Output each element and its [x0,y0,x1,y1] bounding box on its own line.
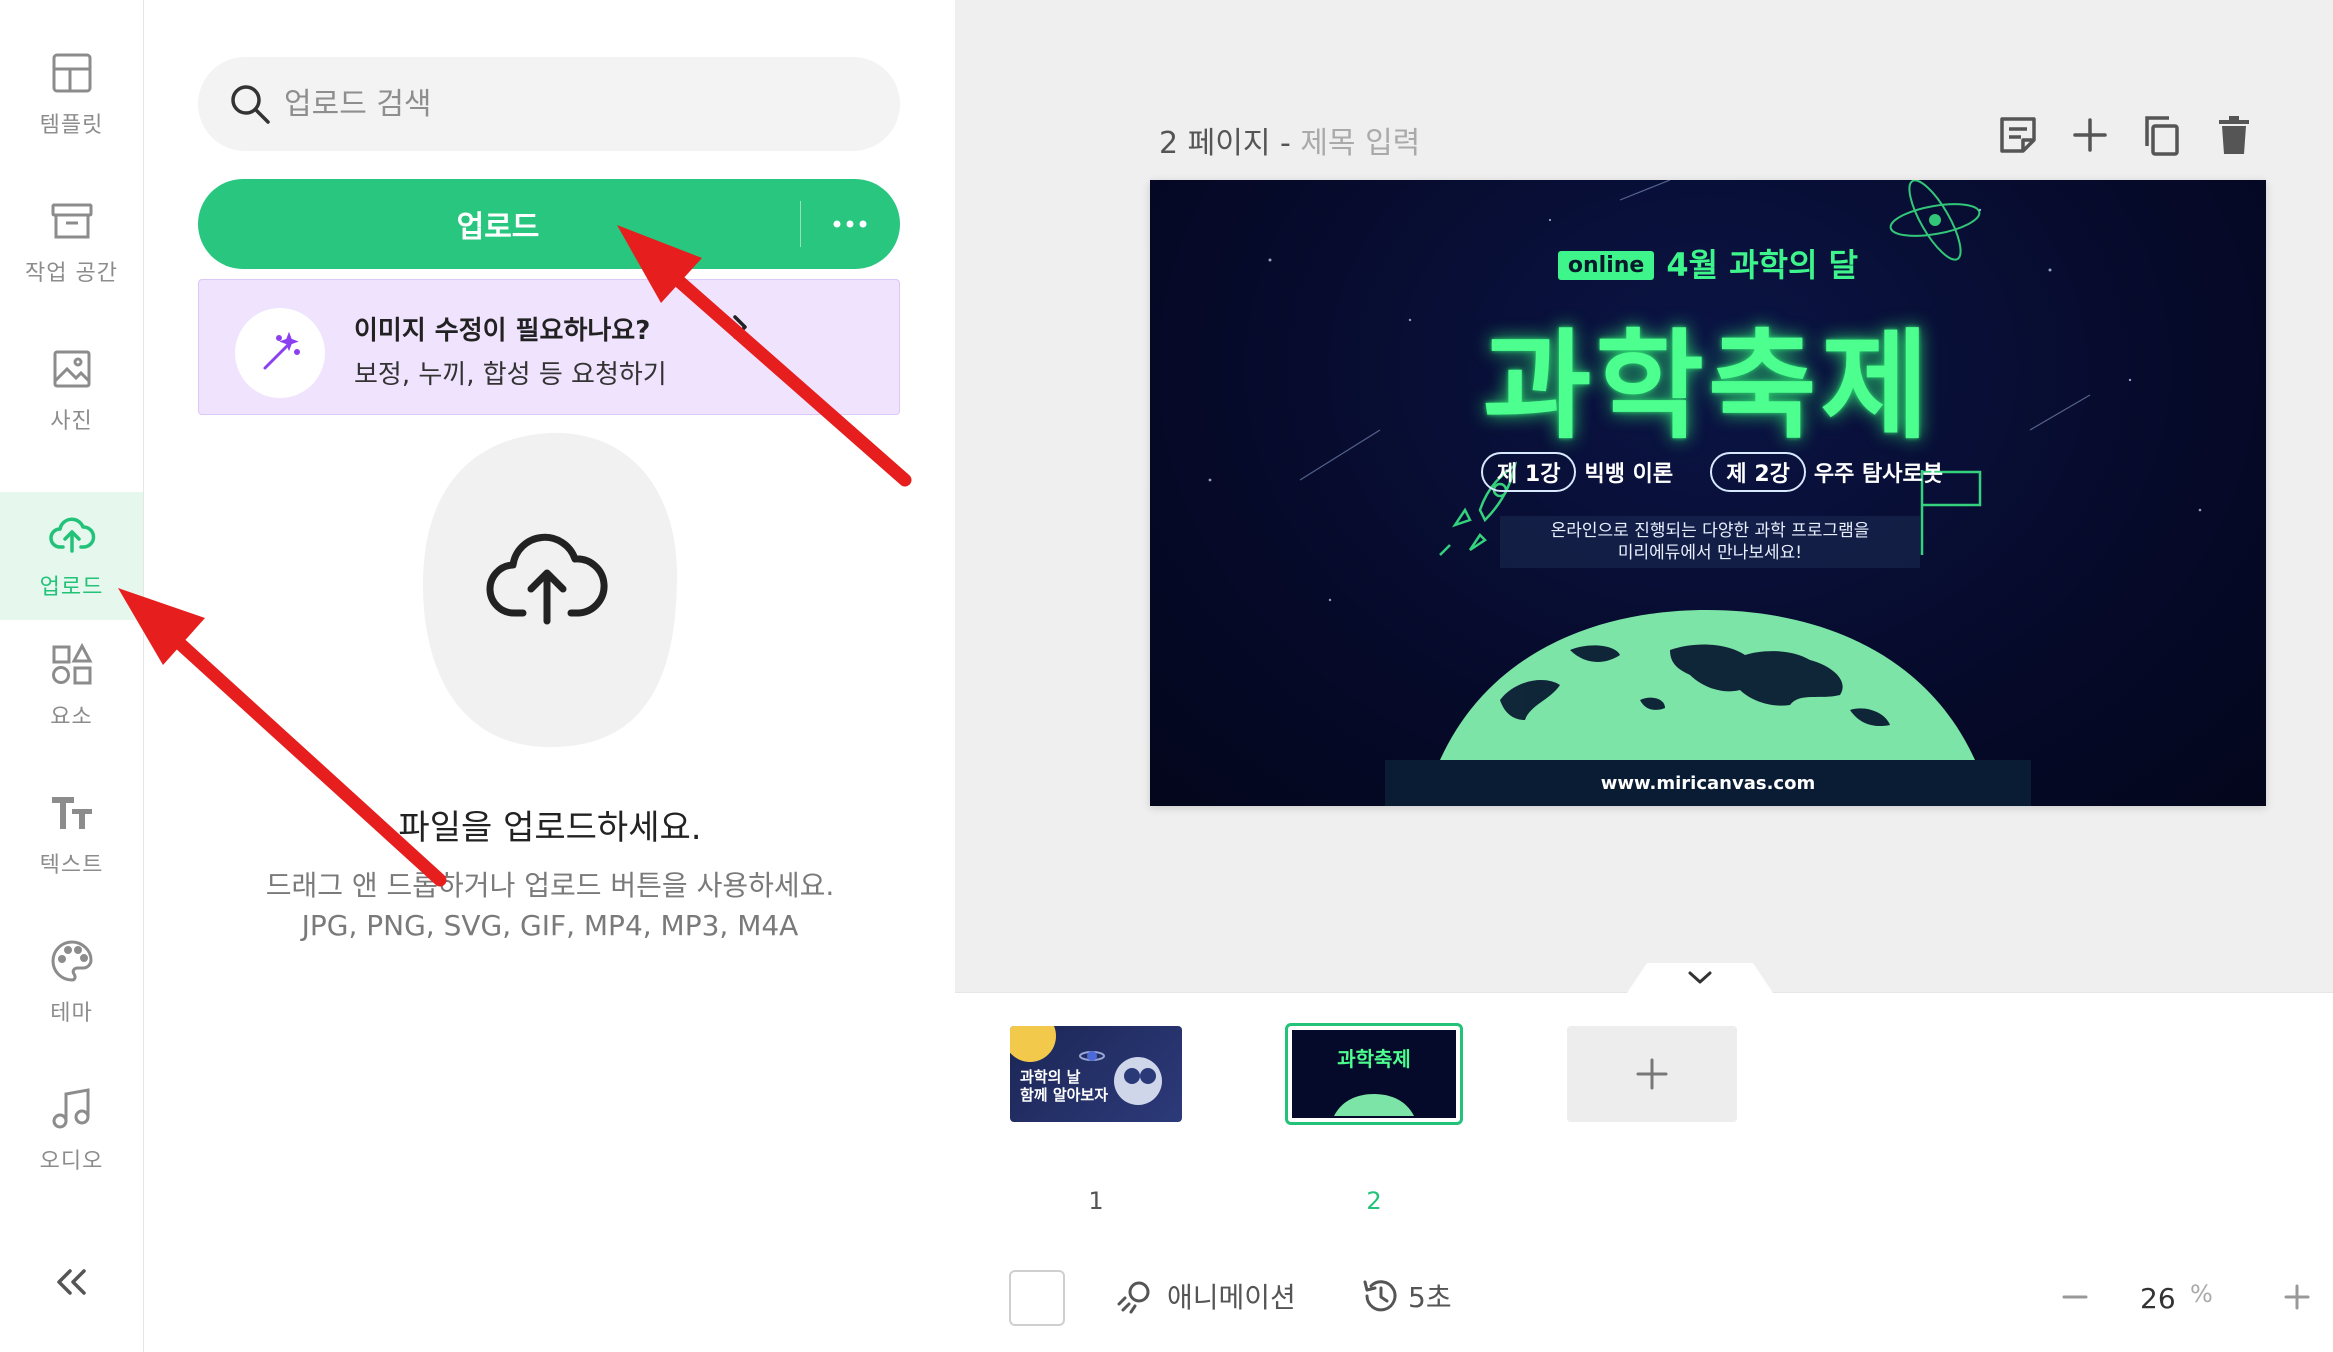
double-chevron-left-icon [57,1269,86,1295]
page-title-placeholder[interactable]: 제목 입력 [1300,126,1420,161]
template-icon [52,53,91,93]
workspace-icon [51,203,92,239]
bottom-toolbar: 애니메이션 5초 26 % [955,1270,2333,1330]
left-sidebar: 템플릿 작업 공간 사진 업로드 요소 텍스트 테마 오디오 [0,0,144,1352]
zoom-out-icon[interactable] [2058,1280,2092,1314]
slide-subtitle: 4월 과학의 달 [1666,246,1859,284]
chevron-right-icon [733,315,747,339]
sidebar-item-label: 작업 공간 [25,261,118,286]
history-clock-icon [1363,1280,1397,1312]
duration-button[interactable]: 5초 [1360,1276,1452,1316]
thumbnail-1-art: 과학의 날 함께 알아보자 [1010,1026,1162,1105]
page-number-1: 1 [1088,1187,1104,1215]
trash-icon[interactable] [2211,112,2257,158]
sidebar-item-label: 요소 [50,705,93,730]
sidebar-item-label: 사진 [50,409,93,434]
zoom-unit: % [2190,1280,2213,1308]
palette-icon [51,940,93,982]
empty-state-description: 드래그 앤 드롭하거나 업로드 버튼을 사용하세요. JPG, PNG, SVG… [145,866,955,946]
sidebar-item-label: 오디오 [39,1149,104,1174]
upload-more-button[interactable] [800,179,900,269]
animation-button[interactable]: 애니메이션 [1115,1276,1296,1316]
page-number-label: 2 페이지 - [1159,126,1301,161]
sidebar-item-audio[interactable]: 오디오 [0,1066,143,1194]
image-edit-request-banner[interactable]: 이미지 수정이 필요하나요? 보정, 누끼, 합성 등 요청하기 [198,279,900,415]
slide-url: www.miricanvas.com [1385,760,2031,806]
empty-state-line2: JPG, PNG, SVG, GIF, MP4, MP3, M4A [301,909,799,942]
collapse-filmstrip-button[interactable] [1627,963,1773,993]
sidebar-item-photos[interactable]: 사진 [0,326,143,454]
slide-description: 온라인으로 진행되는 다양한 과학 프로그램을 미리에듀에서 만나보세요! [1500,516,1920,568]
elements-icon [51,642,92,685]
text-icon [51,797,92,829]
slide-desc-line2: 미리에듀에서 만나보세요! [1617,543,1803,563]
upload-search-input[interactable] [284,86,844,122]
music-note-icon [52,1088,89,1129]
lecture1-name: 빅뱅 이론 [1584,462,1674,487]
animation-icon [1117,1281,1150,1314]
slide-desc-line1: 온라인으로 진행되는 다양한 과학 프로그램을 [1550,521,1870,541]
photo-icon [53,350,90,388]
plus-icon [1636,1058,1668,1090]
upload-button-group: 업로드 [198,179,900,269]
slide-title: 과학축제 [1482,317,1934,455]
sidebar-item-upload[interactable]: 업로드 [0,492,143,620]
empty-state-title: 파일을 업로드하세요. [398,808,702,848]
edit-banner-title: 이미지 수정이 필요하나요? [354,316,651,346]
magic-wand-icon [263,331,300,370]
page-thumbnail-2[interactable]: 과학축제 [1285,1023,1463,1125]
sidebar-item-elements[interactable]: 요소 [0,622,143,750]
plus-icon[interactable] [2067,112,2113,158]
lecture-row: 제 1강 빅뱅 이론 제 2강 우주 탐사로봇 [1150,452,2266,492]
canvas-area: 2 페이지 - 제목 입력 online 4월 과학의 달 과학축제 제 1강 … [955,0,2333,992]
sidebar-item-theme[interactable]: 테마 [0,918,143,1046]
lecture2-badge: 제 2강 [1710,452,1806,492]
cloud-upload-icon [48,517,95,553]
upload-button-label: 업로드 [456,210,540,245]
collapse-sidebar-button[interactable] [44,1254,100,1310]
sidebar-item-label: 업로드 [39,575,104,600]
sidebar-item-workspace[interactable]: 작업 공간 [0,178,143,306]
note-icon[interactable] [1995,112,2041,158]
magic-wand-badge [235,308,325,398]
duplicate-icon[interactable] [2139,112,2185,158]
slide-canvas[interactable]: online 4월 과학의 달 과학축제 제 1강 빅뱅 이론 제 2강 우주 탐사로… [1150,180,2266,806]
select-all-checkbox[interactable] [1009,1270,1065,1326]
thumb2-title: 과학축제 [1337,1047,1411,1071]
search-icon [231,85,270,124]
page-thumbnail-1[interactable]: 과학의 날 함께 알아보자 [1010,1026,1182,1122]
lecture1-badge: 제 1강 [1481,452,1577,492]
edit-banner-subtitle: 보정, 누끼, 합성 등 요청하기 [354,360,667,390]
upload-illustration [423,432,677,748]
thumbnail-2-art: 과학축제 [1292,1030,1456,1118]
thumb1-title-line2: 함께 알아보자 [1020,1086,1108,1104]
zoom-value[interactable]: 26 [2140,1282,2176,1315]
sidebar-item-label: 테마 [50,1001,93,1026]
page-number-2: 2 [1366,1187,1382,1215]
duration-label: 5초 [1408,1281,1452,1314]
upload-search-bar[interactable] [198,57,900,151]
upload-panel: 업로드 이미지 수정이 필요하나요? 보정, 누끼, 합성 등 요청하기 파일을… [145,0,955,1352]
slide-subtitle-row: online 4월 과학의 달 [1150,240,2266,286]
online-badge: online [1557,251,1655,280]
add-page-button[interactable] [1567,1026,1737,1122]
sidebar-item-templates[interactable]: 템플릿 [0,30,143,158]
animation-label: 애니메이션 [1167,1281,1296,1314]
zoom-in-icon[interactable] [2280,1280,2314,1314]
sidebar-item-label: 템플릿 [39,113,104,138]
upload-button[interactable]: 업로드 [198,179,798,269]
lecture2-name: 우주 탐사로봇 [1813,462,1943,487]
sidebar-item-label: 텍스트 [39,853,104,878]
sidebar-item-text[interactable]: 텍스트 [0,770,143,898]
empty-state-line1: 드래그 앤 드롭하거나 업로드 버튼을 사용하세요. [265,869,835,902]
page-title-label[interactable]: 2 페이지 - 제목 입력 [1159,118,1420,162]
thumb1-title-line1: 과학의 날 [1020,1068,1081,1086]
more-dots-icon [833,220,867,228]
